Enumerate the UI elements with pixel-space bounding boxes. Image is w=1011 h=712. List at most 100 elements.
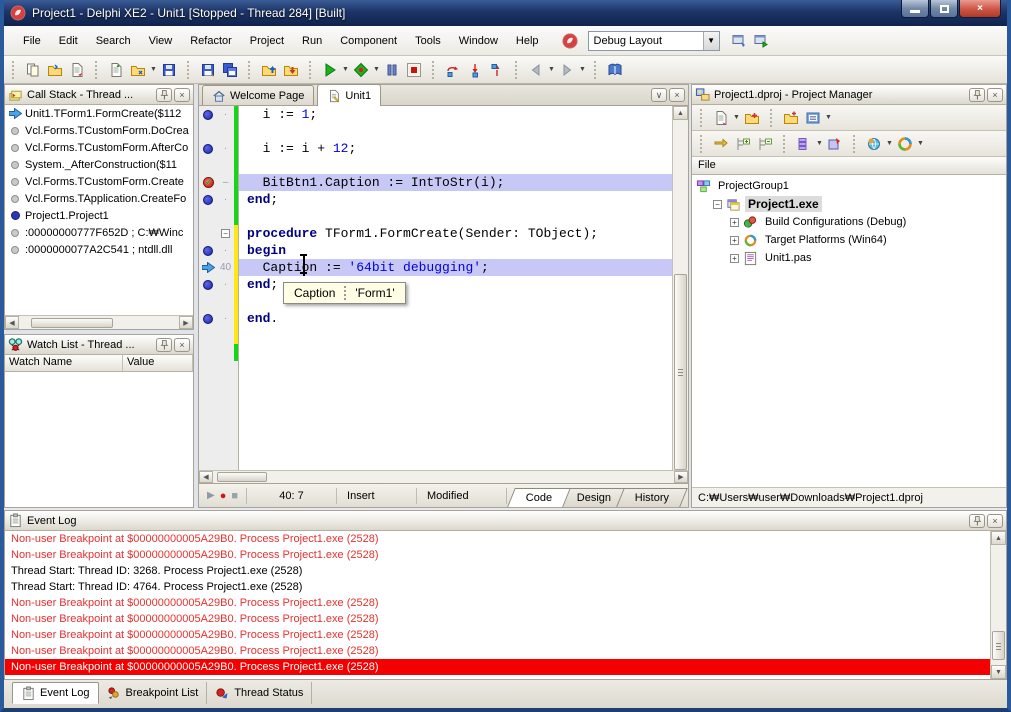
event-log-entry[interactable]: Non-user Breakpoint at $00000000005A29B0… — [5, 659, 990, 675]
tree-node-target-platforms-win64-[interactable]: +Target Platforms (Win64) — [692, 231, 1006, 249]
scroll-right-icon[interactable]: ▶ — [674, 471, 688, 483]
code-text[interactable] — [239, 429, 672, 446]
activity-dropdown-icon[interactable]: ▼ — [885, 140, 894, 147]
scroll-thumb[interactable] — [992, 631, 1005, 660]
scroll-thumb[interactable] — [674, 274, 687, 470]
breakpoint-dot-icon[interactable] — [199, 242, 217, 259]
event-log-entry[interactable]: Non-user Breakpoint at $00000000005A29B0… — [5, 611, 990, 627]
editor-tab-unit1[interactable]: Unit1 — [317, 84, 381, 106]
code-fold-icon[interactable]: − — [221, 229, 230, 238]
tree-expand-icon[interactable]: − — [713, 200, 722, 209]
code-text[interactable]: procedure TForm1.FormCreate(Sender: TObj… — [239, 225, 672, 242]
scroll-up-icon[interactable]: ▲ — [991, 531, 1006, 545]
run-until-return-button[interactable] — [486, 59, 508, 81]
gutter-cell[interactable] — [199, 157, 217, 174]
open-project-button[interactable] — [127, 59, 149, 81]
help-button[interactable] — [604, 59, 626, 81]
event-log-entry[interactable]: Non-user Breakpoint at $00000000005A29B0… — [5, 595, 990, 611]
code-line[interactable] — [199, 463, 672, 470]
file-column-header[interactable]: File — [692, 157, 1006, 175]
open-project-folder-button[interactable] — [780, 107, 802, 129]
breakpoint-dot-icon[interactable] — [199, 276, 217, 293]
expand-all-button[interactable] — [732, 133, 754, 155]
event-log-entry[interactable]: Non-user Breakpoint at $00000000005A29B0… — [5, 643, 990, 659]
view-tab-history[interactable]: History — [616, 488, 688, 507]
bottom-tab-breakpoint-list[interactable]: Breakpoint List — [99, 682, 208, 704]
call-stack-entry[interactable]: Vcl.Forms.TCustomForm.AfterCo — [5, 139, 193, 156]
desktop-layout-select[interactable]: Debug Layout ▼ — [588, 31, 720, 51]
scroll-left-icon[interactable]: ◀ — [5, 316, 19, 329]
editor-body[interactable]: · i := 1;· i := i + 12;✓– BitBtn1.Captio… — [198, 106, 689, 470]
tree-node-project1-exe[interactable]: −Project1.exe — [692, 195, 1006, 213]
save-button[interactable] — [158, 59, 180, 81]
view-selector-dropdown-icon[interactable]: ▼ — [824, 114, 833, 121]
close-tab-button[interactable]: × — [669, 88, 685, 102]
new-items-button[interactable] — [22, 59, 44, 81]
gutter-cell[interactable] — [199, 344, 217, 361]
code-text[interactable]: end; — [239, 191, 672, 208]
editor-tab-welcome-page[interactable]: Welcome Page — [202, 85, 314, 105]
save-as-button[interactable] — [197, 59, 219, 81]
breakpoint-dot-icon[interactable] — [199, 191, 217, 208]
run-without-debugging-button[interactable] — [350, 59, 372, 81]
tree-node-unit1-pas[interactable]: +Unit1.pas — [692, 249, 1006, 267]
menu-help[interactable]: Help — [507, 31, 548, 51]
call-stack-entry[interactable]: Vcl.Forms.TApplication.CreateFo — [5, 190, 193, 207]
program-reset-button[interactable] — [403, 59, 425, 81]
scroll-down-icon[interactable]: ▼ — [991, 665, 1006, 679]
call-stack-hscrollbar[interactable]: ◀ ▶ — [5, 315, 193, 329]
sync-with-editor-button[interactable] — [710, 133, 732, 155]
menu-project[interactable]: Project — [241, 31, 293, 51]
gutter-cell[interactable] — [199, 446, 217, 463]
navigate-forward-button[interactable] — [556, 59, 578, 81]
close-icon[interactable]: × — [174, 88, 190, 102]
view-tab-code[interactable]: Code — [507, 488, 571, 507]
menu-view[interactable]: View — [140, 31, 182, 51]
collapse-all-button[interactable] — [754, 133, 776, 155]
tree-node-projectgroup1[interactable]: ProjectGroup1 — [692, 177, 1006, 195]
call-stack-entry[interactable]: Project1.Project1 — [5, 207, 193, 224]
gutter-cell[interactable] — [199, 225, 217, 242]
menu-edit[interactable]: Edit — [50, 31, 87, 51]
code-line[interactable] — [199, 378, 672, 395]
run-button[interactable] — [319, 59, 341, 81]
pin-icon[interactable] — [156, 338, 172, 352]
close-button[interactable]: × — [959, 0, 1001, 18]
scroll-thumb[interactable] — [217, 472, 267, 482]
code-line[interactable] — [199, 395, 672, 412]
new-project-dropdown-icon[interactable]: ▼ — [732, 114, 741, 121]
close-icon[interactable]: × — [987, 88, 1003, 102]
open-button[interactable] — [44, 59, 66, 81]
add-to-project-button[interactable] — [66, 59, 88, 81]
navigate-forward-dropdown-icon[interactable]: ▼ — [578, 66, 587, 73]
code-text[interactable] — [239, 378, 672, 395]
code-line[interactable]: −procedure TForm1.FormCreate(Sender: TOb… — [199, 225, 672, 242]
menu-search[interactable]: Search — [87, 31, 140, 51]
build-group-button[interactable] — [824, 133, 846, 155]
new-project-button[interactable] — [710, 107, 732, 129]
platforms-refresh-dropdown-icon[interactable]: ▼ — [916, 140, 925, 147]
activity-button[interactable] — [863, 133, 885, 155]
code-text[interactable] — [239, 344, 672, 361]
tree-expand-icon[interactable]: + — [730, 218, 739, 227]
code-text[interactable] — [239, 446, 672, 463]
code-line[interactable] — [199, 344, 672, 361]
code-text[interactable]: i := i + 12; — [239, 140, 672, 157]
code-line[interactable]: 40 Caption := '64bit debugging'; — [199, 259, 672, 276]
code-lines[interactable]: · i := 1;· i := i + 12;✓– BitBtn1.Captio… — [199, 106, 672, 470]
editor-hscrollbar[interactable]: ◀ ▶ — [198, 470, 689, 484]
open-project-dropdown-icon[interactable]: ▼ — [149, 66, 158, 73]
call-stack-entry[interactable]: Unit1.TForm1.FormCreate($112 — [5, 105, 193, 122]
restore-button[interactable] — [930, 0, 958, 18]
event-log-entry[interactable]: Non-user Breakpoint at $00000000005A29B0… — [5, 547, 990, 563]
watch-value-column-header[interactable]: Value — [123, 355, 193, 371]
call-stack-entry[interactable]: :00000000777F652D ; C:₩Winc — [5, 224, 193, 241]
menu-tools[interactable]: Tools — [406, 31, 450, 51]
code-line[interactable] — [199, 208, 672, 225]
gutter-cell[interactable] — [199, 395, 217, 412]
event-log-entry[interactable]: Thread Start: Thread ID: 3268. Process P… — [5, 563, 990, 579]
remove-file-from-project-button[interactable] — [280, 59, 302, 81]
macro-record-icon[interactable]: ● — [220, 490, 227, 502]
menu-file[interactable]: File — [14, 31, 50, 51]
scroll-up-icon[interactable]: ▲ — [673, 106, 688, 120]
